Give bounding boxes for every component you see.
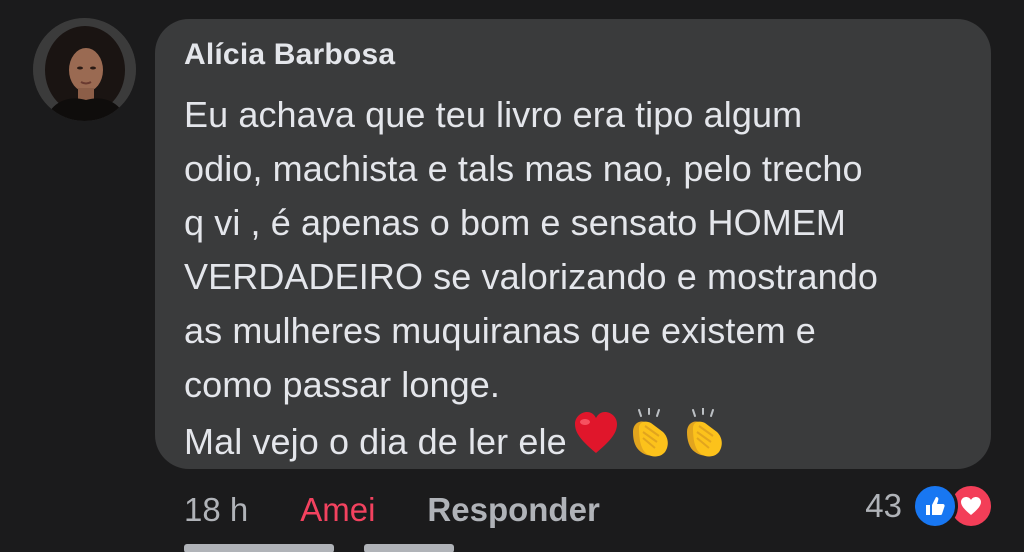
- comment-actions: 18 h Amei Responder: [184, 488, 652, 532]
- reaction-count: 43: [865, 487, 902, 524]
- comment-line: odio, machista e tals mas nao, pelo trec…: [184, 148, 863, 189]
- comment-line: as mulheres muquiranas que existem e: [184, 310, 816, 351]
- red-heart-icon: [573, 411, 619, 470]
- clapping-hands-icon: [679, 407, 727, 473]
- comment-line: VERDADEIRO se valorizando e mostrando: [184, 256, 878, 297]
- comment-author[interactable]: Alícia Barbosa: [184, 38, 395, 72]
- comment-line: Eu achava que teu livro era tipo algum: [184, 94, 803, 135]
- clapping-hands-icon: [625, 407, 673, 473]
- like-icon: [912, 483, 958, 529]
- comment-line: como passar longe.: [184, 364, 500, 405]
- reply-button[interactable]: Responder: [427, 491, 599, 529]
- text-fragment: [184, 544, 334, 552]
- comment-text: Eu achava que teu livro era tipo algum o…: [184, 88, 974, 477]
- comment-line: q vi , é apenas o bom e sensato HOMEM: [184, 202, 847, 243]
- love-reaction-button[interactable]: Amei: [300, 491, 375, 529]
- comment-line: Mal vejo o dia de ler ele: [184, 421, 567, 463]
- text-fragment: [364, 544, 454, 552]
- reactions-summary[interactable]: 43: [865, 483, 994, 529]
- next-comment-cutoff: [184, 540, 504, 552]
- avatar[interactable]: [33, 18, 136, 121]
- comment-last-line: Mal vejo o dia de ler ele: [184, 407, 974, 477]
- timestamp[interactable]: 18 h: [184, 491, 248, 529]
